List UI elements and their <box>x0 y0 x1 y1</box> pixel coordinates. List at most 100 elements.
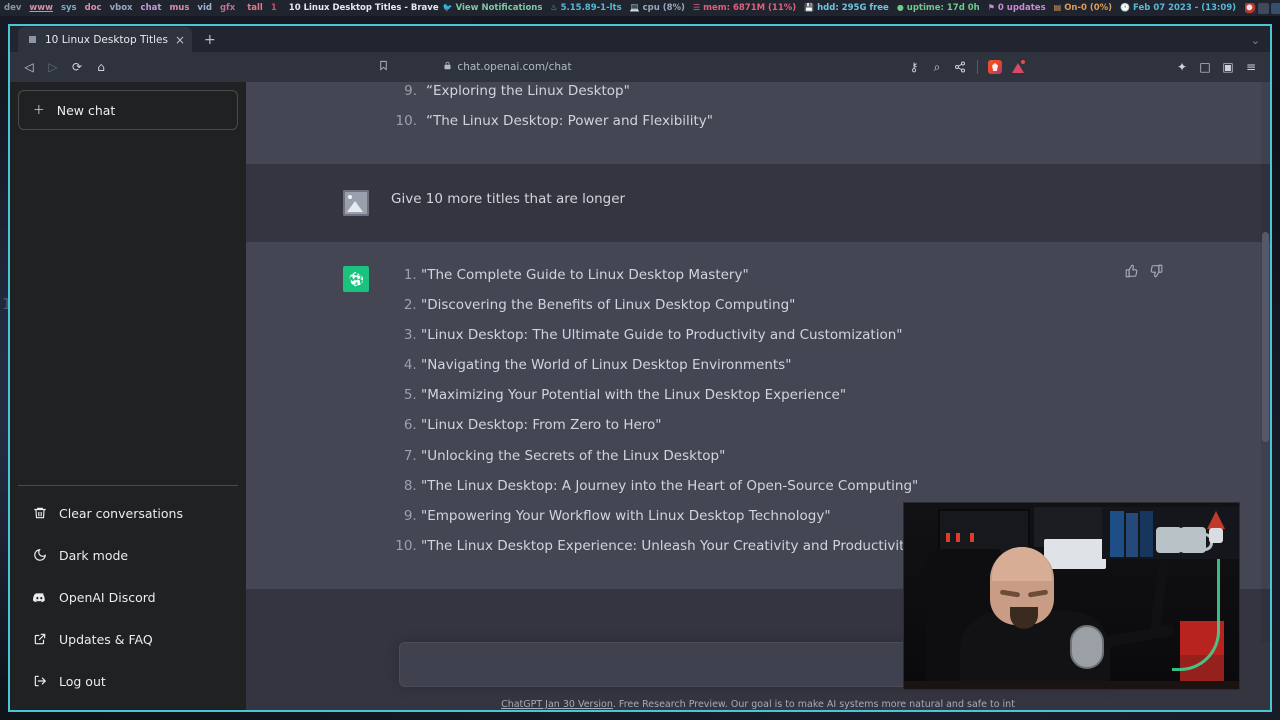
list-item: "Discovering the Benefits of Linux Deskt… <box>421 296 1117 316</box>
list-item: "Navigating the World of Linux Desktop E… <box>421 356 1117 376</box>
new-tab-button[interactable]: + <box>204 32 216 48</box>
version-link[interactable]: ChatGPT Jan 30 Version <box>501 699 613 710</box>
webcam-mug <box>1180 527 1213 553</box>
message-feedback-actions <box>1125 264 1163 278</box>
sidebar-item-clear-conversations[interactable]: Clear conversations <box>18 492 238 534</box>
tag-vbox[interactable]: vbox <box>106 0 137 16</box>
list-item: "Unlocking the Secrets of the Linux Desk… <box>421 447 1117 467</box>
thumbs-down-icon[interactable] <box>1149 264 1163 278</box>
system-tray[interactable] <box>1240 2 1280 14</box>
rack-led <box>970 533 974 542</box>
zoom-icon[interactable]: ⌕ <box>926 56 948 78</box>
hdd-icon: 💾 <box>804 3 815 12</box>
plus-icon: + <box>33 102 45 118</box>
status-notifications-label: View Notifications <box>455 3 543 13</box>
address-bar[interactable]: chat.openai.com/chat <box>120 56 895 78</box>
tag-gfx[interactable]: gfx <box>216 0 239 16</box>
sidebar-item-dark-mode[interactable]: Dark mode <box>18 534 238 576</box>
list-number <box>391 82 417 102</box>
brave-shields-icon[interactable] <box>984 56 1006 78</box>
browser-tab[interactable]: 10 Linux Desktop Titles × <box>18 27 193 52</box>
webcam-gnome-body <box>1209 528 1223 543</box>
list-item: "The Linux Desktop: A Journey into the H… <box>421 477 1117 497</box>
page-footer-note: ChatGPT Jan 30 Version. Free Research Pr… <box>246 687 1270 710</box>
brave-rewards-icon[interactable] <box>1007 56 1029 78</box>
layout-indicator[interactable]: tall <box>239 0 267 16</box>
status-uptime-label: uptime: 17d 0h <box>906 3 980 13</box>
thumbs-up-icon[interactable] <box>1125 264 1139 278</box>
webcam-book <box>1140 511 1153 557</box>
tag-list[interactable]: dev www sys doc vbox chat mus vid gfx ta… <box>0 0 281 16</box>
chatgpt-logo-icon <box>343 266 369 293</box>
sidebar-toggle-icon[interactable]: □ <box>1194 56 1216 78</box>
status-disk: 💾 hdd: 295G free <box>800 0 893 16</box>
status-uptime: ● uptime: 17d 0h <box>893 0 984 16</box>
extensions-icon[interactable]: ✦ <box>1171 56 1193 78</box>
url-text: chat.openai.com/chat <box>457 61 572 73</box>
monitor-icon: 💻 <box>629 3 640 12</box>
sidebar-item-openai-discord[interactable]: OpenAI Discord <box>18 576 238 618</box>
clock-icon: ● <box>896 3 904 12</box>
tag-vid[interactable]: vid <box>193 0 216 16</box>
scrollbar-thumb[interactable] <box>1262 232 1269 442</box>
tab-close-icon[interactable]: × <box>175 34 185 46</box>
focused-window-title: 10 Linux Desktop Titles - Brave <box>288 3 439 13</box>
status-memory: ☰ mem: 6871M (11%) <box>689 0 800 16</box>
message-body: Give 10 more titles that are longer <box>391 191 626 208</box>
reload-button[interactable]: ⟳ <box>66 56 88 78</box>
sidebar-item-updates-faq[interactable]: Updates & FAQ <box>18 618 238 660</box>
tray-bluetooth-icon[interactable] <box>1271 2 1280 14</box>
browser-toolbar: ◁ ▷ ⟳ ⌂ chat.openai.com/chat ⚷ ⌕ ✦ □ ▣ ≡ <box>10 52 1270 82</box>
message-inner: Give 10 more titles that are longer <box>343 164 1173 242</box>
conversation-list[interactable] <box>18 136 238 485</box>
trash-icon <box>32 506 47 520</box>
status-notifications[interactable]: 🐦 View Notifications <box>439 0 547 16</box>
status-updates[interactable]: ⚑ 0 updates <box>984 0 1050 16</box>
profile-icon[interactable]: ▣ <box>1217 56 1239 78</box>
tag-www[interactable]: www <box>25 0 57 16</box>
ram-icon: ☰ <box>692 3 701 12</box>
list-item-text: “The Linux Desktop: Power and Flexibilit… <box>426 113 714 130</box>
toolbar-divider <box>977 60 978 74</box>
tab-strip: 10 Linux Desktop Titles × + ⌄ <box>10 26 1270 52</box>
share-icon[interactable] <box>949 56 971 78</box>
sidebar-footer-menu: Clear conversations Dark mode OpenAI Dis… <box>18 485 238 702</box>
forward-button[interactable]: ▷ <box>42 56 64 78</box>
sidebar-item-label: Dark mode <box>59 547 129 563</box>
page-scrollbar[interactable] <box>1261 82 1270 642</box>
dwm-status-bar: dev www sys doc vbox chat mus vid gfx ta… <box>0 0 1280 16</box>
toolbar-right-actions: ⚷ ⌕ ✦ □ ▣ ≡ <box>903 56 1262 78</box>
tag-sys[interactable]: sys <box>57 0 81 16</box>
list-item: "The Complete Guide to Linux Desktop Mas… <box>421 266 1117 286</box>
tag-dev[interactable]: dev <box>0 0 25 16</box>
logout-icon <box>32 674 47 688</box>
tag-chat[interactable]: chat <box>137 0 166 16</box>
rack-led <box>946 533 950 542</box>
status-datetime-label: Feb 07 2023 - (13:09) <box>1133 3 1237 13</box>
webcam-overlay <box>903 502 1240 690</box>
sidebar-item-log-out[interactable]: Log out <box>18 660 238 702</box>
webcam-book <box>1126 513 1138 557</box>
webcam-gnome-hat <box>1207 511 1225 529</box>
back-button[interactable]: ◁ <box>18 56 40 78</box>
status-audio[interactable]: ▤ On-0 (0%) <box>1050 0 1116 16</box>
chevron-down-icon[interactable]: ⌄ <box>1251 34 1260 47</box>
thermometer-icon: ♨ <box>550 3 558 12</box>
tag-mus[interactable]: mus <box>165 0 193 16</box>
message-inner: “Exploring the Linux Desktop" “The Linux… <box>343 82 1173 164</box>
home-button[interactable]: ⌂ <box>90 56 112 78</box>
status-modules: 🐦 View Notifications ♨ 5.15.89-1-lts 💻 c… <box>439 0 1280 16</box>
rack-led <box>956 533 960 542</box>
new-chat-button[interactable]: + New chat <box>18 90 238 130</box>
tag-doc[interactable]: doc <box>81 0 106 16</box>
password-key-icon[interactable]: ⚷ <box>903 56 925 78</box>
tray-globe-icon[interactable] <box>1245 2 1257 14</box>
status-memory-label: mem: 6871M (11%) <box>703 3 797 13</box>
status-kernel-label: 5.15.89-1-lts <box>560 3 622 13</box>
sidebar-item-label: Clear conversations <box>59 505 183 521</box>
bookmark-icon[interactable] <box>378 60 389 74</box>
menu-icon[interactable]: ≡ <box>1240 56 1262 78</box>
list-item: "Linux Desktop: From Zero to Hero" <box>421 416 1117 436</box>
url-display[interactable]: chat.openai.com/chat <box>443 60 572 74</box>
tray-network-icon[interactable] <box>1258 2 1270 14</box>
